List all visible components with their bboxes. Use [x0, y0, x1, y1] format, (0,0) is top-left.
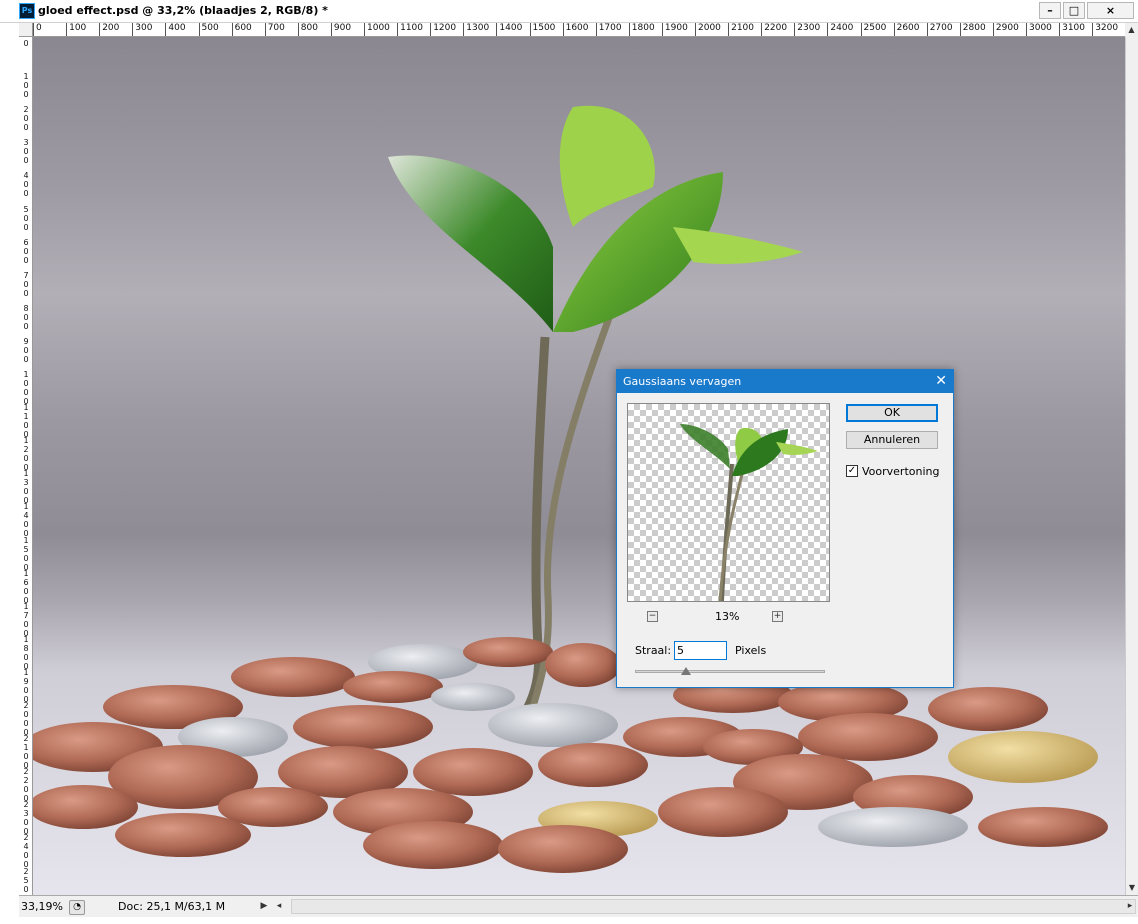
- ruler-tick-label: 300: [23, 138, 29, 166]
- radius-unit-label: Pixels: [735, 644, 767, 657]
- ruler-tick-label: 700: [264, 23, 285, 36]
- document-title: gloed effect.psd @ 33,2% (blaadjes 2, RG…: [38, 4, 328, 17]
- ruler-tick-label: 2500: [23, 866, 29, 896]
- ruler-tick-label: 2300: [794, 23, 820, 36]
- ruler-tick-label: 900: [23, 336, 29, 364]
- ruler-tick-label: 1100: [397, 23, 423, 36]
- preview-checkbox[interactable]: ✓: [846, 465, 858, 477]
- ruler-origin[interactable]: [19, 23, 33, 37]
- minimize-button[interactable]: –: [1039, 2, 1061, 19]
- ruler-tick-label: 2200: [761, 23, 787, 36]
- ruler-tick-label: 2400: [23, 833, 29, 870]
- ruler-tick-label: 1400: [496, 23, 522, 36]
- preview-checkbox-label: Voorvertoning: [862, 465, 940, 478]
- ruler-tick-label: 800: [297, 23, 318, 36]
- ruler-tick-label: 3100: [1059, 23, 1085, 36]
- ruler-tick-label: 1500: [529, 23, 555, 36]
- ruler-tick-label: 300: [132, 23, 152, 36]
- ok-button[interactable]: OK: [846, 404, 938, 422]
- window-title-bar: Ps gloed effect.psd @ 33,2% (blaadjes 2,…: [0, 0, 1138, 23]
- ruler-tick-label: 1000: [364, 23, 390, 36]
- ruler-tick-label: 200: [99, 23, 119, 36]
- ruler-tick-label: 2700: [926, 23, 953, 36]
- ruler-tick-label: 1700: [595, 23, 622, 36]
- scroll-down-arrow-icon[interactable]: ▼: [1126, 882, 1138, 894]
- ruler-tick-label: 1500: [23, 535, 29, 572]
- radius-input[interactable]: 5: [674, 641, 727, 660]
- ruler-tick-label: 2300: [23, 800, 29, 837]
- ruler-tick-label: 2100: [23, 734, 29, 771]
- ruler-tick-label: 2000: [23, 701, 29, 737]
- ruler-tick-label: 1100: [23, 403, 29, 440]
- dialog-title: Gaussiaans vervagen: [623, 375, 742, 388]
- dialog-close-icon[interactable]: ✕: [935, 372, 947, 390]
- ruler-tick-label: 700: [23, 270, 29, 298]
- zoom-in-icon[interactable]: +: [772, 611, 783, 622]
- preview-zoom-percent: 13%: [715, 610, 740, 623]
- ruler-tick-label: 1700: [23, 601, 29, 638]
- ruler-tick-label: 800: [23, 303, 29, 331]
- radius-label: Straal:: [635, 644, 672, 657]
- photoshop-logo-icon: Ps: [19, 3, 35, 19]
- ruler-tick-label: 400: [165, 23, 186, 36]
- ruler-tick-label: 900: [330, 23, 351, 36]
- cancel-button[interactable]: Annuleren: [846, 431, 938, 449]
- scroll-up-arrow-icon[interactable]: ▲: [1125, 23, 1138, 37]
- ruler-tick-label: 1200: [23, 436, 29, 473]
- maximize-button[interactable]: □: [1063, 2, 1085, 19]
- ruler-tick-label: 1400: [23, 502, 29, 539]
- document-size-info: Doc: 25,1 M/63,1 M: [118, 900, 226, 913]
- ruler-tick-label: 600: [23, 237, 29, 265]
- scroll-left-arrow-icon[interactable]: ◂: [272, 900, 286, 913]
- ruler-tick-label: 1800: [628, 23, 655, 36]
- ruler-tick-label: 1800: [23, 634, 29, 671]
- radius-slider[interactable]: [635, 670, 825, 673]
- zoom-out-icon[interactable]: −: [647, 611, 658, 622]
- ruler-tick-label: 2400: [827, 23, 853, 36]
- vertical-scrollbar[interactable]: ▼: [1125, 37, 1138, 895]
- ruler-tick-label: 0: [23, 39, 29, 48]
- ruler-tick-label: 1300: [463, 23, 489, 36]
- ruler-tick-label: 2000: [695, 23, 721, 36]
- ruler-tick-label: 1600: [562, 23, 589, 36]
- horizontal-ruler[interactable]: 0 100 200 300 400 500 600 700 800 900 1000 1100 1200…: [33, 23, 1125, 37]
- ruler-tick-label: 2600: [893, 23, 920, 36]
- ruler-tick-label: 400: [23, 171, 29, 199]
- radius-slider-thumb[interactable]: [681, 667, 692, 675]
- status-bar: 33,19% ◔ Doc: 25,1 M/63,1 M ▶ ◂ ▸: [19, 895, 1138, 917]
- ruler-tick-label: 100: [66, 23, 86, 36]
- ruler-tick-label: 2900: [992, 23, 1019, 36]
- document-canvas[interactable]: [33, 37, 1125, 895]
- ruler-tick-label: 2800: [959, 23, 986, 36]
- canvas-image: [33, 105, 1108, 873]
- ruler-tick-label: 2500: [860, 23, 886, 36]
- ruler-tick-label: 1600: [23, 568, 29, 605]
- horizontal-scrollbar[interactable]: [291, 899, 1136, 914]
- ruler-tick-label: 3000: [1026, 23, 1052, 36]
- ruler-tick-label: 1200: [430, 23, 456, 36]
- ruler-tick-label: 600: [231, 23, 252, 36]
- ruler-tick-label: 1900: [23, 667, 29, 704]
- scroll-right-arrow-icon[interactable]: ▸: [1123, 900, 1137, 913]
- zoom-options-icon[interactable]: ◔: [69, 900, 85, 915]
- ruler-tick-label: 0: [33, 23, 42, 36]
- preview-plant-image: [680, 424, 818, 601]
- ruler-tick-label: 1000: [23, 370, 29, 406]
- ruler-tick-label: 1900: [661, 23, 688, 36]
- ruler-tick-label: 1300: [23, 469, 29, 506]
- close-window-button[interactable]: ×: [1087, 2, 1134, 19]
- ruler-tick-label: 500: [23, 204, 29, 232]
- zoom-level-field[interactable]: 33,19%: [21, 899, 63, 915]
- gaussian-blur-dialog: Gaussiaans vervagen ✕ − 13% + OK Annuler…: [616, 369, 954, 688]
- vertical-ruler[interactable]: 0 100 200 300 400 500 600 700 800 900 1000 1100 1200…: [19, 37, 33, 895]
- ruler-tick-label: 3200: [1092, 23, 1118, 36]
- status-menu-arrow-icon[interactable]: ▶: [257, 900, 271, 913]
- ruler-tick-label: 200: [23, 105, 29, 133]
- ruler-tick-label: 2100: [728, 23, 754, 36]
- dialog-title-bar[interactable]: Gaussiaans vervagen ✕: [617, 370, 953, 393]
- ruler-tick-label: 500: [198, 23, 219, 36]
- ruler-tick-label: 2200: [23, 767, 29, 804]
- filter-preview[interactable]: [627, 403, 830, 602]
- ruler-tick-label: 100: [23, 72, 29, 100]
